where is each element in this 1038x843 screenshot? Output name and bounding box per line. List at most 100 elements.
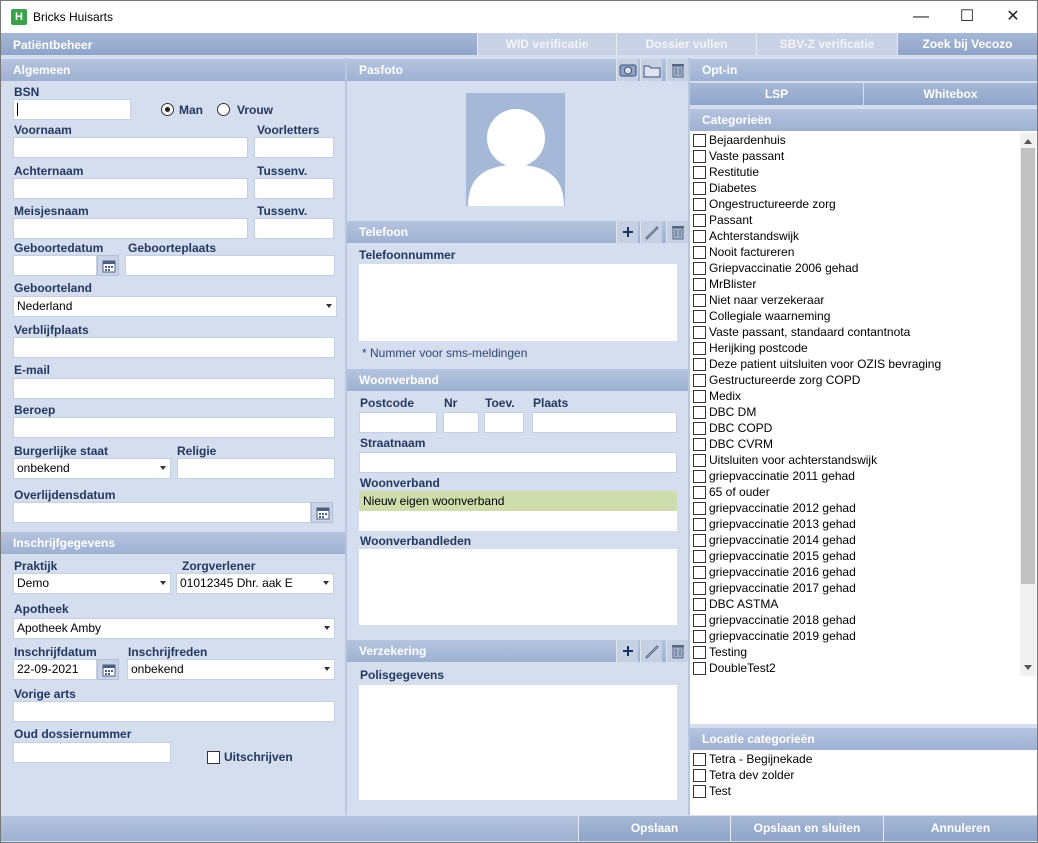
close-button[interactable]: ✕ (990, 1, 1036, 33)
postcode-input[interactable] (359, 412, 437, 433)
category-checkbox[interactable] (693, 470, 706, 483)
tussenv-input[interactable] (254, 178, 334, 199)
straatnaam-input[interactable] (359, 452, 677, 473)
scroll-down-icon[interactable] (1024, 665, 1032, 670)
meisjesnaam-input[interactable] (13, 218, 248, 239)
category-checkbox[interactable] (693, 198, 706, 211)
category-checkbox[interactable] (693, 486, 706, 499)
inschrijfdatum-calendar-button[interactable] (97, 659, 119, 680)
geboortedatum-input[interactable] (13, 255, 97, 276)
category-checkbox[interactable] (693, 166, 706, 179)
woonverbandleden-list[interactable] (359, 549, 677, 625)
category-checkbox[interactable] (693, 278, 706, 291)
category-checkbox[interactable] (693, 390, 706, 403)
toev-input[interactable] (484, 412, 524, 433)
geboorteland-select[interactable]: Nederland (13, 296, 337, 317)
category-checkbox[interactable] (693, 454, 706, 467)
category-checkbox[interactable] (693, 406, 706, 419)
category-checkbox[interactable] (693, 214, 706, 227)
nr-input[interactable] (443, 412, 479, 433)
polisgegevens-list[interactable] (359, 685, 677, 800)
category-checkbox[interactable] (693, 150, 706, 163)
telefoon-list[interactable] (359, 264, 677, 341)
category-checkbox[interactable] (693, 534, 706, 547)
dossier-vullen-button[interactable]: Dossier vullen (616, 33, 756, 55)
edit-verzekering-button[interactable] (640, 640, 662, 662)
vorige-arts-input[interactable] (13, 701, 335, 722)
voornaam-input[interactable] (13, 137, 248, 158)
email-input[interactable] (13, 378, 335, 399)
gender-man-radio[interactable] (161, 103, 174, 116)
category-checkbox[interactable] (693, 310, 706, 323)
voorletters-input[interactable] (254, 137, 334, 158)
category-checkbox[interactable] (693, 566, 706, 579)
gender-vrouw-radio[interactable] (217, 103, 230, 116)
zoek-vecozo-button[interactable]: Zoek bij Vecozo (897, 33, 1037, 55)
sbvz-verificatie-button[interactable]: SBV-Z verificatie (756, 33, 897, 55)
scroll-up-icon[interactable] (1024, 139, 1032, 144)
category-checkbox[interactable] (693, 753, 706, 766)
open-folder-button[interactable] (640, 59, 662, 81)
bsn-input[interactable] (13, 99, 131, 120)
delete-photo-button[interactable] (666, 59, 688, 81)
geboortedatum-calendar-button[interactable] (97, 255, 119, 276)
lsp-button[interactable]: LSP (690, 83, 863, 105)
uitschrijven-checkbox[interactable] (207, 751, 220, 764)
category-checkbox[interactable] (693, 326, 706, 339)
verblijfplaats-input[interactable] (13, 337, 335, 358)
category-checkbox[interactable] (693, 294, 706, 307)
tussenv2-input[interactable] (254, 218, 334, 239)
category-checkbox[interactable] (693, 582, 706, 595)
category-checkbox[interactable] (693, 246, 706, 259)
category-checkbox[interactable] (693, 785, 706, 798)
scrollbar-thumb[interactable] (1021, 148, 1035, 584)
category-checkbox[interactable] (693, 769, 706, 782)
add-verzekering-button[interactable] (616, 640, 638, 662)
wid-verificatie-button[interactable]: WID verificatie (477, 33, 616, 55)
category-checkbox[interactable] (693, 614, 706, 627)
category-checkbox[interactable] (693, 518, 706, 531)
category-checkbox[interactable] (693, 182, 706, 195)
category-checkbox[interactable] (693, 438, 706, 451)
whitebox-button[interactable]: Whitebox (864, 83, 1037, 105)
woonverband-list-item[interactable]: Nieuw eigen woonverband (359, 491, 677, 511)
category-checkbox[interactable] (693, 342, 706, 355)
oud-dossiernummer-input[interactable] (13, 742, 171, 763)
category-checkbox[interactable] (693, 422, 706, 435)
category-checkbox[interactable] (693, 134, 706, 147)
category-checkbox[interactable] (693, 502, 706, 515)
delete-verzekering-button[interactable] (666, 640, 688, 662)
category-checkbox[interactable] (693, 230, 706, 243)
category-checkbox[interactable] (693, 358, 706, 371)
category-checkbox[interactable] (693, 550, 706, 563)
opslaan-button[interactable]: Opslaan (578, 816, 730, 841)
delete-telefoon-button[interactable] (666, 221, 688, 243)
woonverband-list[interactable]: Nieuw eigen woonverband (359, 491, 677, 531)
camera-button[interactable] (616, 59, 638, 81)
category-checkbox[interactable] (693, 262, 706, 275)
burgerlijke-staat-select[interactable]: onbekend (13, 458, 171, 479)
edit-telefoon-button[interactable] (640, 221, 662, 243)
achternaam-input[interactable] (13, 178, 248, 199)
beroep-input[interactable] (13, 417, 335, 438)
category-checkbox[interactable] (693, 662, 706, 675)
category-checkbox[interactable] (693, 630, 706, 643)
add-telefoon-button[interactable] (616, 221, 638, 243)
zorgverlener-select[interactable]: 01012345 Dhr. aak E (176, 573, 334, 594)
inschrijfreden-select[interactable]: onbekend (127, 659, 335, 680)
categorieen-list[interactable]: Bejaardenhuis Vaste passant Restitutie Diab… (690, 131, 1037, 724)
apotheek-select[interactable]: Apotheek Amby (13, 618, 335, 639)
inschrijfdatum-input[interactable]: 22-09-2021 (13, 659, 97, 680)
plaats-input[interactable] (532, 412, 677, 433)
category-checkbox[interactable] (693, 374, 706, 387)
opslaan-sluiten-button[interactable]: Opslaan en sluiten (730, 816, 883, 841)
overlijdensdatum-input[interactable] (13, 502, 311, 523)
religie-input[interactable] (177, 458, 335, 479)
category-checkbox[interactable] (693, 646, 706, 659)
category-checkbox[interactable] (693, 598, 706, 611)
geboorteplaats-input[interactable] (125, 255, 335, 276)
overlijdensdatum-calendar-button[interactable] (311, 502, 333, 523)
praktijk-select[interactable]: Demo (13, 573, 171, 594)
maximize-button[interactable]: ☐ (944, 1, 990, 33)
categorieen-scrollbar[interactable] (1020, 133, 1036, 676)
